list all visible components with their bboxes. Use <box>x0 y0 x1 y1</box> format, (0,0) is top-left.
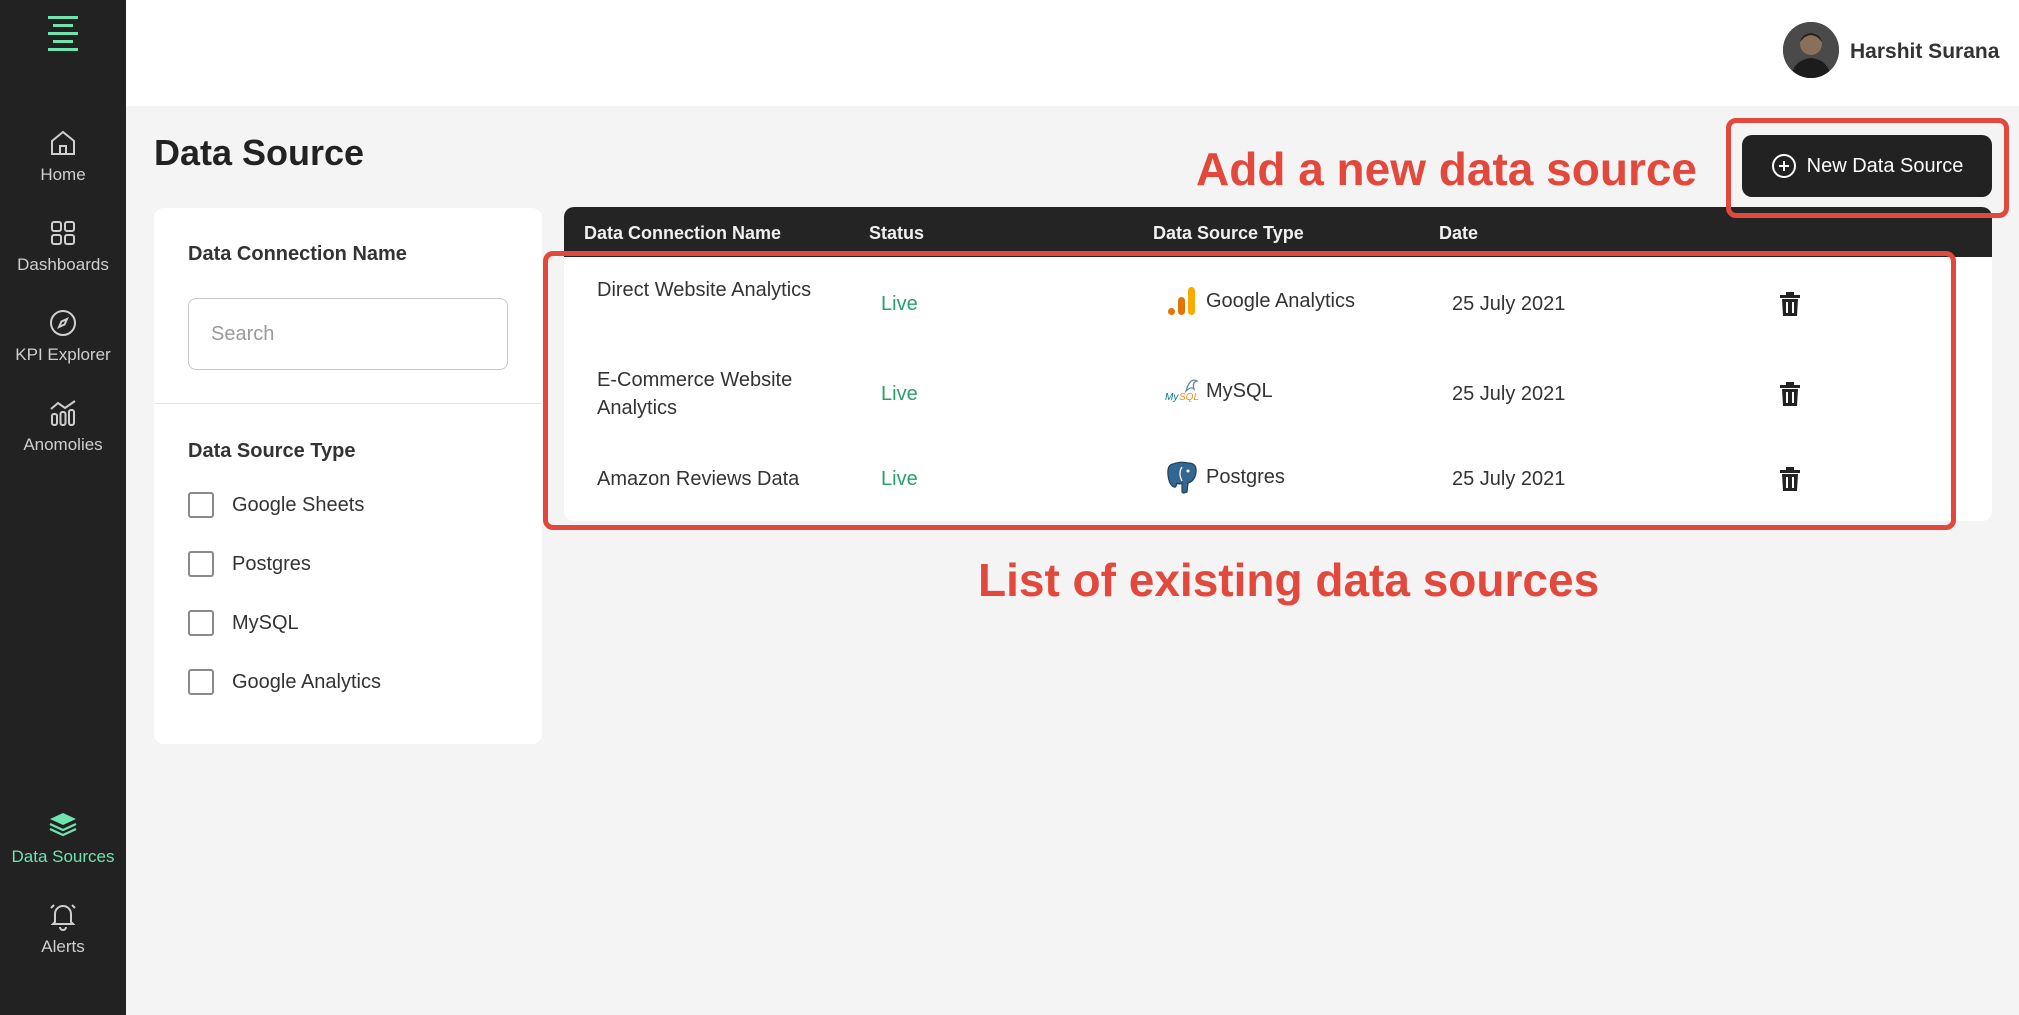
avatar[interactable] <box>1783 22 1839 78</box>
user-name[interactable]: Harshit Surana <box>1850 40 1999 64</box>
search-input[interactable] <box>188 298 508 370</box>
sidebar-item-anomolies[interactable]: Anomolies <box>0 386 126 466</box>
filter-option-postgres[interactable]: Postgres <box>188 549 311 579</box>
sidebar-item-label: Alerts <box>41 937 85 956</box>
checkbox[interactable] <box>188 610 214 636</box>
column-header-date[interactable]: Date <box>1439 223 1478 244</box>
annotation-box-new-button <box>1726 118 2009 218</box>
annotation-box-table <box>543 251 1956 530</box>
sidebar-item-label: Data Sources <box>11 847 115 866</box>
home-icon <box>51 130 75 155</box>
checkbox[interactable] <box>188 492 214 518</box>
column-header-type[interactable]: Data Source Type <box>1153 223 1304 244</box>
layers-icon <box>49 813 77 837</box>
filter-option-label: Google Sheets <box>232 493 365 516</box>
filter-option-google-sheets[interactable]: Google Sheets <box>188 490 364 520</box>
filter-option-mysql[interactable]: MySQL <box>188 608 299 638</box>
sidebar-item-data-sources[interactable]: Data Sources <box>0 798 126 878</box>
menu-logo-icon[interactable] <box>44 14 82 52</box>
sidebar-item-home[interactable]: Home <box>0 116 126 196</box>
sidebar-item-alerts[interactable]: Alerts <box>0 888 126 968</box>
column-header-name[interactable]: Data Connection Name <box>584 223 781 244</box>
connection-name-filter-label: Data Connection Name <box>188 243 407 265</box>
filters-panel: Data Connection Name Data Source Type Go… <box>154 208 542 744</box>
sidebar-item-label: Anomolies <box>23 435 103 454</box>
sidebar-item-dashboards[interactable]: Dashboards <box>0 206 126 286</box>
divider <box>154 403 542 404</box>
sidebar: Home Dashboards KPI Explorer Anomolies D… <box>0 0 126 1015</box>
sidebar-item-label: KPI Explorer <box>15 345 111 364</box>
top-bar <box>126 0 2019 106</box>
filter-option-google-analytics[interactable]: Google Analytics <box>188 667 381 697</box>
compass-icon <box>50 310 76 336</box>
source-type-filter-label: Data Source Type <box>188 440 356 462</box>
annotation-list: List of existing data sources <box>978 554 1600 606</box>
filter-option-label: Google Analytics <box>232 670 381 693</box>
sidebar-item-label: Home <box>40 165 86 184</box>
checkbox[interactable] <box>188 551 214 577</box>
filter-option-label: Postgres <box>232 552 311 575</box>
grid-icon <box>51 221 75 245</box>
sidebar-item-label: Dashboards <box>17 255 109 274</box>
checkbox[interactable] <box>188 669 214 695</box>
column-header-status[interactable]: Status <box>869 223 924 244</box>
page-title: Data Source <box>154 132 365 173</box>
annotation-add-new: Add a new data source <box>1196 143 1698 195</box>
chart-icon <box>50 400 76 426</box>
bell-icon <box>50 904 76 931</box>
filter-option-label: MySQL <box>232 611 299 634</box>
sidebar-item-kpi-explorer[interactable]: KPI Explorer <box>0 296 126 376</box>
